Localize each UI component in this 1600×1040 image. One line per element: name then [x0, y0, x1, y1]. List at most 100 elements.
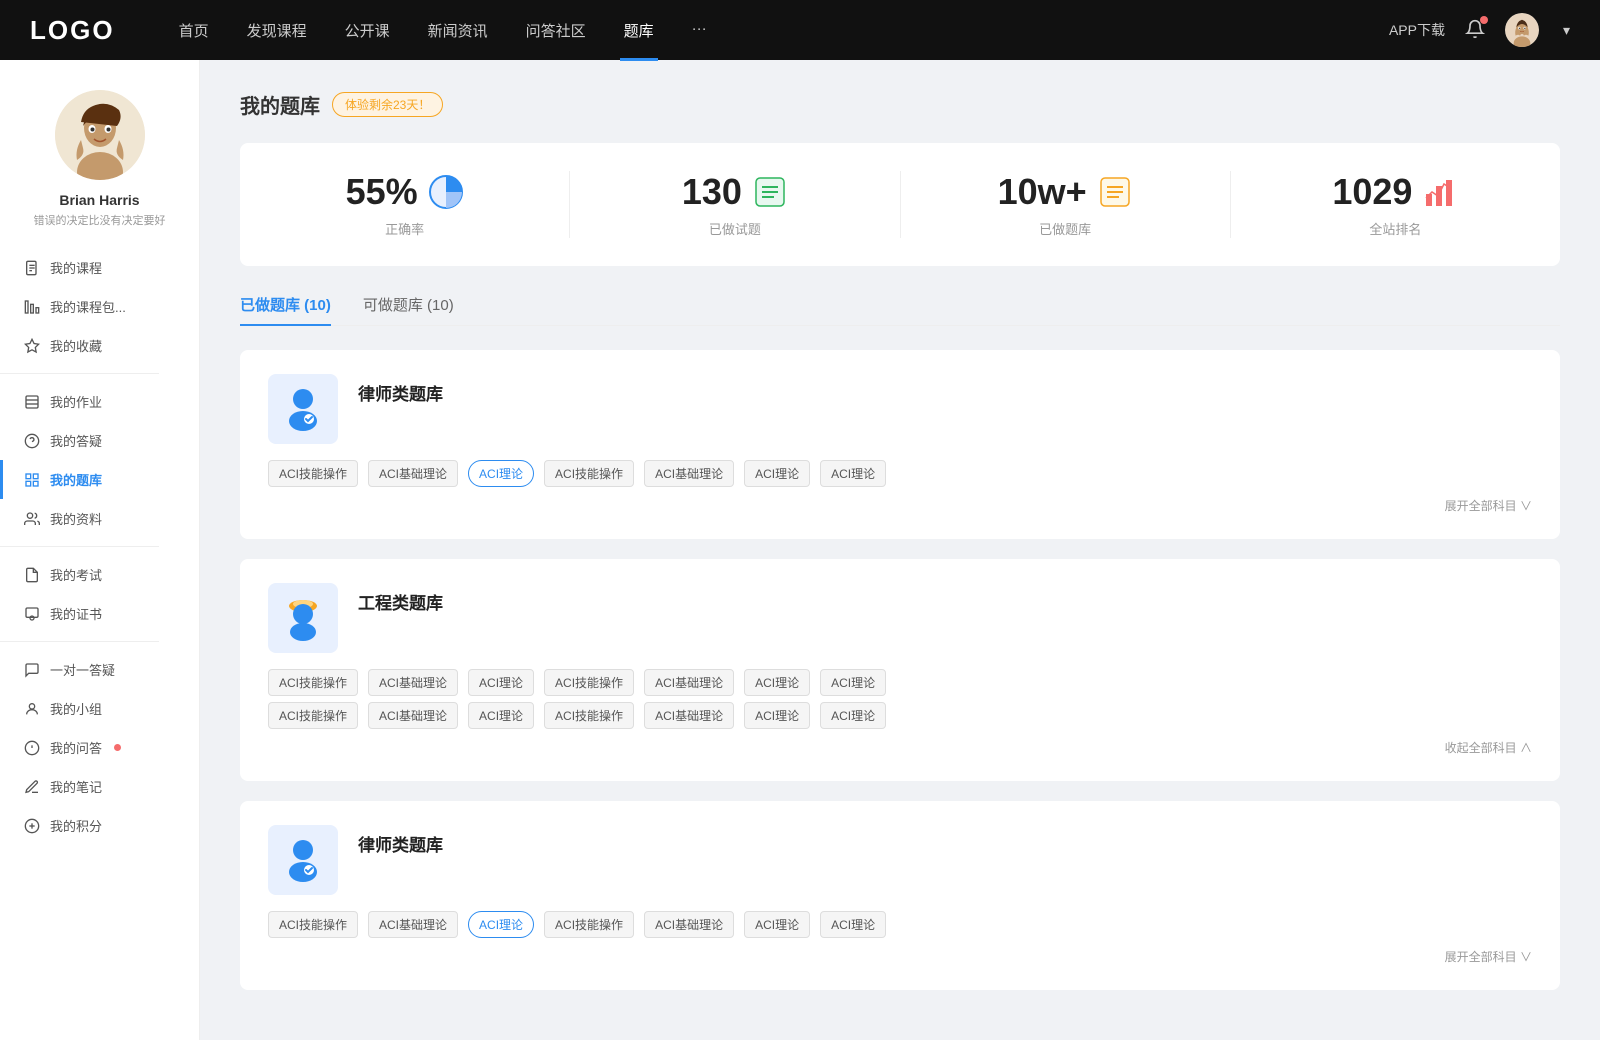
qbank-tag[interactable]: ACI技能操作 [544, 460, 634, 487]
sidebar-item-7[interactable]: 我的考试 [0, 555, 199, 594]
stat-item-已做试题: 130 已做试题 [570, 171, 900, 238]
stat-item-已做题库: 10w+ 已做题库 [901, 171, 1231, 238]
qbank-card-1: 工程类题库ACI技能操作ACI基础理论ACI理论ACI技能操作ACI基础理论AC… [240, 559, 1560, 781]
main-layout: Brian Harris 错误的决定比没有决定要好 我的课程我的课程包...我的… [0, 60, 1600, 1040]
expand-button[interactable]: 展开全部科目 ∨ [1445, 950, 1532, 964]
qbank-tag[interactable]: ACI技能操作 [268, 911, 358, 938]
question-icon [24, 433, 40, 449]
collapse-button[interactable]: 收起全部科目 ∧ [1445, 741, 1532, 755]
qbank-tag[interactable]: ACI基础理论 [644, 669, 734, 696]
sidebar-item-9[interactable]: 一对一答疑 [0, 650, 199, 689]
sidebar-item-label-1: 我的课程包... [50, 297, 126, 316]
sidebar-item-label-3: 我的作业 [50, 392, 102, 411]
navbar-links: 首页 发现课程 公开课 新闻资讯 问答社区 题库 ··· [175, 20, 1389, 41]
qbank-list: 律师类题库 ACI技能操作 ACI基础理论 ACI理论 ACI技能操作 ACI基础理论 AC… [240, 350, 1560, 990]
sidebar-item-2[interactable]: 我的收藏 [0, 326, 199, 365]
qbank-tag[interactable]: ACI理论 [744, 702, 810, 729]
qbank-tag[interactable]: ACI基础理论 [368, 911, 458, 938]
qbank-tag[interactable]: ACI基础理论 [644, 911, 734, 938]
avatar-chevron[interactable]: ▾ [1563, 22, 1570, 39]
navbar-link-公开课[interactable]: 公开课 [341, 20, 394, 41]
sidebar-item-11[interactable]: 我的问答 [0, 728, 199, 767]
navbar-link-问答社区[interactable]: 问答社区 [522, 20, 590, 41]
qbank-tag[interactable]: ACI理论 [820, 702, 886, 729]
qbank-tag[interactable]: ACI理论 [820, 911, 886, 938]
tab-item[interactable]: 可做题库 (10) [363, 294, 454, 325]
qbank-tag[interactable]: ACI理论 [468, 911, 534, 938]
qbank-tag[interactable]: ACI技能操作 [544, 669, 634, 696]
sidebar-item-0[interactable]: 我的课程 [0, 248, 199, 287]
sidebar-avatar [55, 90, 145, 180]
list-green-icon [752, 174, 788, 210]
qbank-tag[interactable]: ACI理论 [468, 460, 534, 487]
qbank-tag[interactable]: ACI理论 [744, 911, 810, 938]
sidebar-item-4[interactable]: 我的答疑 [0, 421, 199, 460]
sidebar-item-3[interactable]: 我的作业 [0, 382, 199, 421]
trial-badge: 体验剩余23天！ [332, 92, 443, 117]
document-icon [24, 260, 40, 276]
navbar-logo[interactable]: LOGO [30, 15, 115, 46]
navbar-link-题库[interactable]: 题库 [620, 20, 658, 41]
sidebar-item-12[interactable]: 我的笔记 [0, 767, 199, 806]
stat-label: 已做题库 [1039, 219, 1091, 238]
sidebar-item-label-5: 我的题库 [50, 470, 102, 489]
sidebar-item-label-11: 我的问答 [50, 738, 102, 757]
qbank-tag[interactable]: ACI理论 [744, 669, 810, 696]
sidebar-item-label-12: 我的笔记 [50, 777, 102, 796]
notification-bell[interactable] [1465, 19, 1485, 42]
qbank-tag[interactable]: ACI技能操作 [544, 911, 634, 938]
sidebar-item-6[interactable]: 我的资料 [0, 499, 199, 538]
grid-icon [24, 472, 40, 488]
qbank-tag[interactable]: ACI理论 [820, 669, 886, 696]
qbank-tag[interactable]: ACI基础理论 [368, 702, 458, 729]
qbank-tag[interactable]: ACI理论 [468, 669, 534, 696]
people-icon [24, 511, 40, 527]
qbank-tag[interactable]: ACI基础理论 [368, 669, 458, 696]
qbank-tag[interactable]: ACI理论 [820, 460, 886, 487]
note-icon [24, 779, 40, 795]
sidebar-item-8[interactable]: 我的证书 [0, 594, 199, 633]
qbank-tag[interactable]: ACI理论 [744, 460, 810, 487]
sidebar-item-label-4: 我的答疑 [50, 431, 102, 450]
navbar-link-新闻资讯[interactable]: 新闻资讯 [424, 20, 492, 41]
stat-label: 已做试题 [709, 219, 761, 238]
tab-item[interactable]: 已做题库 (10) [240, 294, 331, 325]
qbank-tag[interactable]: ACI技能操作 [268, 669, 358, 696]
notification-dot [1480, 16, 1488, 24]
star-icon [24, 338, 40, 354]
sidebar-item-10[interactable]: 我的小组 [0, 689, 199, 728]
sidebar-item-label-13: 我的积分 [50, 816, 102, 835]
sidebar-item-label-10: 我的小组 [50, 699, 102, 718]
qbank-tag[interactable]: ACI基础理论 [644, 702, 734, 729]
qbank-tag[interactable]: ACI技能操作 [544, 702, 634, 729]
qbank-title: 律师类题库 [358, 380, 443, 405]
navbar-link-···[interactable]: ··· [688, 20, 711, 41]
qbank-title: 律师类题库 [358, 831, 443, 856]
sidebar-item-label-6: 我的资料 [50, 509, 102, 528]
qbank-tag[interactable]: ACI技能操作 [268, 460, 358, 487]
navbar-link-首页[interactable]: 首页 [175, 20, 213, 41]
navbar-link-发现课程[interactable]: 发现课程 [243, 20, 311, 41]
stats-row: 55% 正确率130 已做试题10w+ 已做题库1029 全站排名 [240, 143, 1560, 266]
stat-item-全站排名: 1029 全站排名 [1231, 171, 1560, 238]
qbank-tag[interactable]: ACI技能操作 [268, 702, 358, 729]
sidebar-menu: 我的课程我的课程包... 我的收藏我的作业我的答疑我的题库我的资料我的考试我的证书… [0, 248, 199, 845]
sidebar-item-1[interactable]: 我的课程包... [0, 287, 199, 326]
stat-value: 1029 [1332, 171, 1412, 213]
avatar[interactable] [1505, 13, 1539, 47]
qbank-tag[interactable]: ACI基础理论 [644, 460, 734, 487]
qbank-card-0: 律师类题库 ACI技能操作 ACI基础理论 ACI理论 ACI技能操作 ACI基础理论 AC… [240, 350, 1560, 539]
sidebar: Brian Harris 错误的决定比没有决定要好 我的课程我的课程包...我的… [0, 60, 200, 1040]
qbank-tag[interactable]: ACI基础理论 [368, 460, 458, 487]
qbank-tag[interactable]: ACI理论 [468, 702, 534, 729]
list-yellow-icon [1097, 174, 1133, 210]
sidebar-item-label-7: 我的考试 [50, 565, 102, 584]
cert-icon [24, 606, 40, 622]
sidebar-item-13[interactable]: 我的积分 [0, 806, 199, 845]
expand-button[interactable]: 展开全部科目 ∨ [1445, 499, 1532, 513]
stat-label: 全站排名 [1369, 219, 1421, 238]
lawyer-icon [268, 825, 338, 895]
group-icon [24, 701, 40, 717]
sidebar-item-5[interactable]: 我的题库 [0, 460, 199, 499]
app-download-button[interactable]: APP下载 [1389, 20, 1445, 40]
